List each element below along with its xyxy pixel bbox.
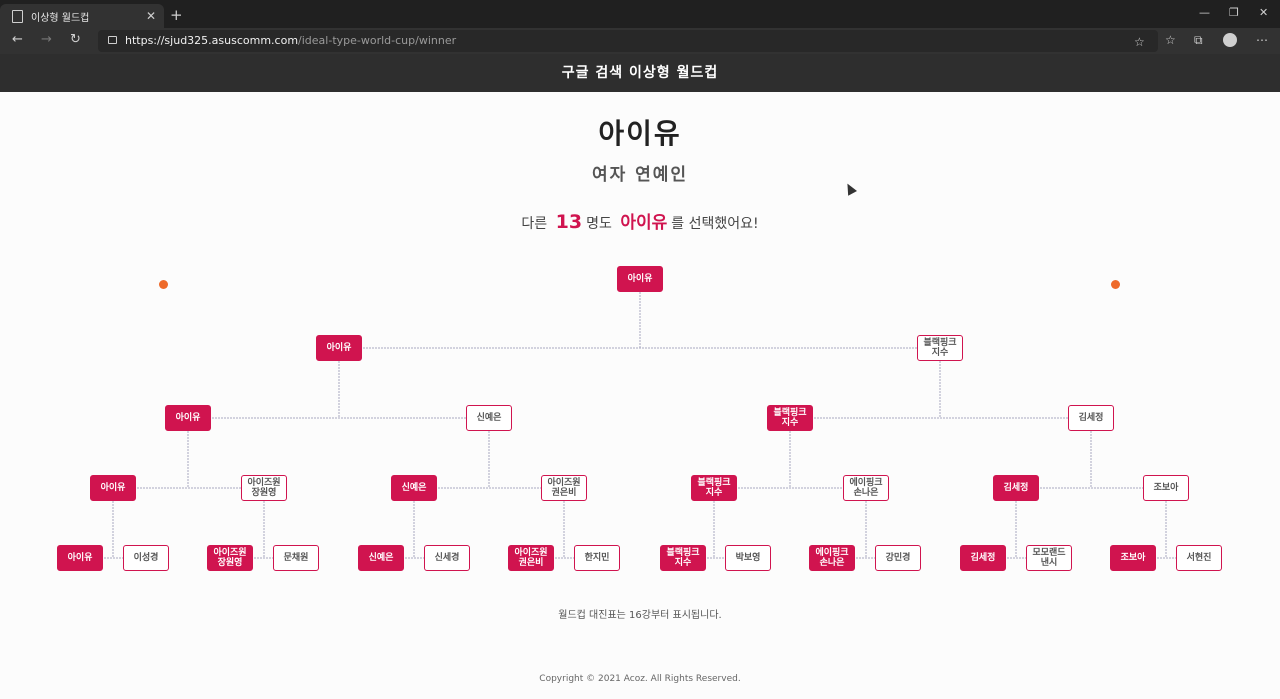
round16-player[interactable]: 서현진 <box>1176 545 1222 571</box>
decor-dot-left <box>159 280 168 289</box>
round16-player[interactable]: 모모랜드 낸시 <box>1026 545 1072 571</box>
round16-player[interactable]: 블랙핑크 지수 <box>660 545 706 571</box>
winner-stat: 다른 13 명도 아이유 를 선택했어요! <box>0 208 1280 233</box>
round8-player[interactable]: 블랙핑크 지수 <box>691 475 737 501</box>
decor-dot-right <box>1111 280 1120 289</box>
round16-player[interactable]: 강민경 <box>875 545 921 571</box>
round16-player[interactable]: 신세경 <box>424 545 470 571</box>
quarter-player[interactable]: 김세정 <box>1068 405 1114 431</box>
quarter-player[interactable]: 아이유 <box>165 405 211 431</box>
round16-player[interactable]: 한지민 <box>574 545 620 571</box>
semi-player[interactable]: 블랙핑크 지수 <box>917 335 963 361</box>
round8-player[interactable]: 신예은 <box>391 475 437 501</box>
more-icon[interactable]: ⋯ <box>1256 33 1268 47</box>
minimize-icon[interactable]: — <box>1199 6 1210 19</box>
browser-tab-bar: 이상형 월드컵 ✕ + — ❐ ✕ <box>0 0 1280 28</box>
quarter-player[interactable]: 신예은 <box>466 405 512 431</box>
url-text: https://sjud325.asuscomm.com/ideal-type-… <box>125 34 457 47</box>
round8-player[interactable]: 조보아 <box>1143 475 1189 501</box>
browser-tab[interactable]: 이상형 월드컵 ✕ <box>0 4 164 28</box>
stat-count: 13 <box>555 211 583 233</box>
round16-player[interactable]: 신예은 <box>358 545 404 571</box>
winner-name: 아이유 <box>598 117 682 150</box>
tab-title: 이상형 월드컵 <box>31 12 90 24</box>
restore-icon[interactable]: ❐ <box>1229 6 1239 19</box>
round8-player[interactable]: 아이즈원 장원영 <box>241 475 287 501</box>
round16-player[interactable]: 아이즈원 권은비 <box>508 545 554 571</box>
round16-player[interactable]: 박보영 <box>725 545 771 571</box>
round16-player[interactable]: 이성경 <box>123 545 169 571</box>
stat-mid: 명도 <box>586 216 612 232</box>
url-field[interactable]: https://sjud325.asuscomm.com/ideal-type-… <box>98 30 1158 52</box>
round8-player[interactable]: 아이즈원 권은비 <box>541 475 587 501</box>
close-window-icon[interactable]: ✕ <box>1259 6 1268 19</box>
new-tab-icon[interactable]: + <box>170 6 183 24</box>
round16-player[interactable]: 아이유 <box>57 545 103 571</box>
site-header: 구글 검색 이상형 월드컵 <box>0 54 1280 92</box>
favorites-icon[interactable]: ☆ <box>1165 33 1176 47</box>
bracket-lines <box>80 292 1199 559</box>
round16-player[interactable]: 문채원 <box>273 545 319 571</box>
close-tab-icon[interactable]: ✕ <box>146 9 156 23</box>
semi-player[interactable]: 아이유 <box>316 335 362 361</box>
final-player[interactable]: 아이유 <box>617 266 663 292</box>
round16-player[interactable]: 김세정 <box>960 545 1006 571</box>
stat-prefix: 다른 <box>521 216 548 232</box>
round8-player[interactable]: 아이유 <box>90 475 136 501</box>
round16-player[interactable]: 조보아 <box>1110 545 1156 571</box>
round8-player[interactable]: 에이핑크 손나은 <box>843 475 889 501</box>
stat-name: 아이유 <box>620 213 668 233</box>
winner-category: 여자 연예인 <box>591 165 689 185</box>
collections-icon[interactable]: ⧉ <box>1194 33 1203 48</box>
lock-icon <box>108 36 117 44</box>
round16-player[interactable]: 아이즈원 장원영 <box>207 545 253 571</box>
address-bar: ← → ↻ https://sjud325.asuscomm.com/ideal… <box>0 28 1280 54</box>
round16-player[interactable]: 에이핑크 손나은 <box>809 545 855 571</box>
refresh-icon[interactable]: ↻ <box>70 32 81 47</box>
back-icon[interactable]: ← <box>12 32 23 47</box>
profile-avatar[interactable] <box>1223 33 1237 47</box>
bracket-note: 월드컵 대진표는 16강부터 표시됩니다. <box>558 610 722 621</box>
page-icon <box>12 9 23 23</box>
stat-suffix: 를 선택했어요! <box>671 216 759 232</box>
copyright: Copyright © 2021 Acoz. All Rights Reserv… <box>539 674 741 684</box>
quarter-player[interactable]: 블랙핑크 지수 <box>767 405 813 431</box>
forward-icon[interactable]: → <box>41 32 52 47</box>
round8-player[interactable]: 김세정 <box>993 475 1039 501</box>
favorite-add-icon[interactable]: ☆ <box>1134 35 1145 49</box>
